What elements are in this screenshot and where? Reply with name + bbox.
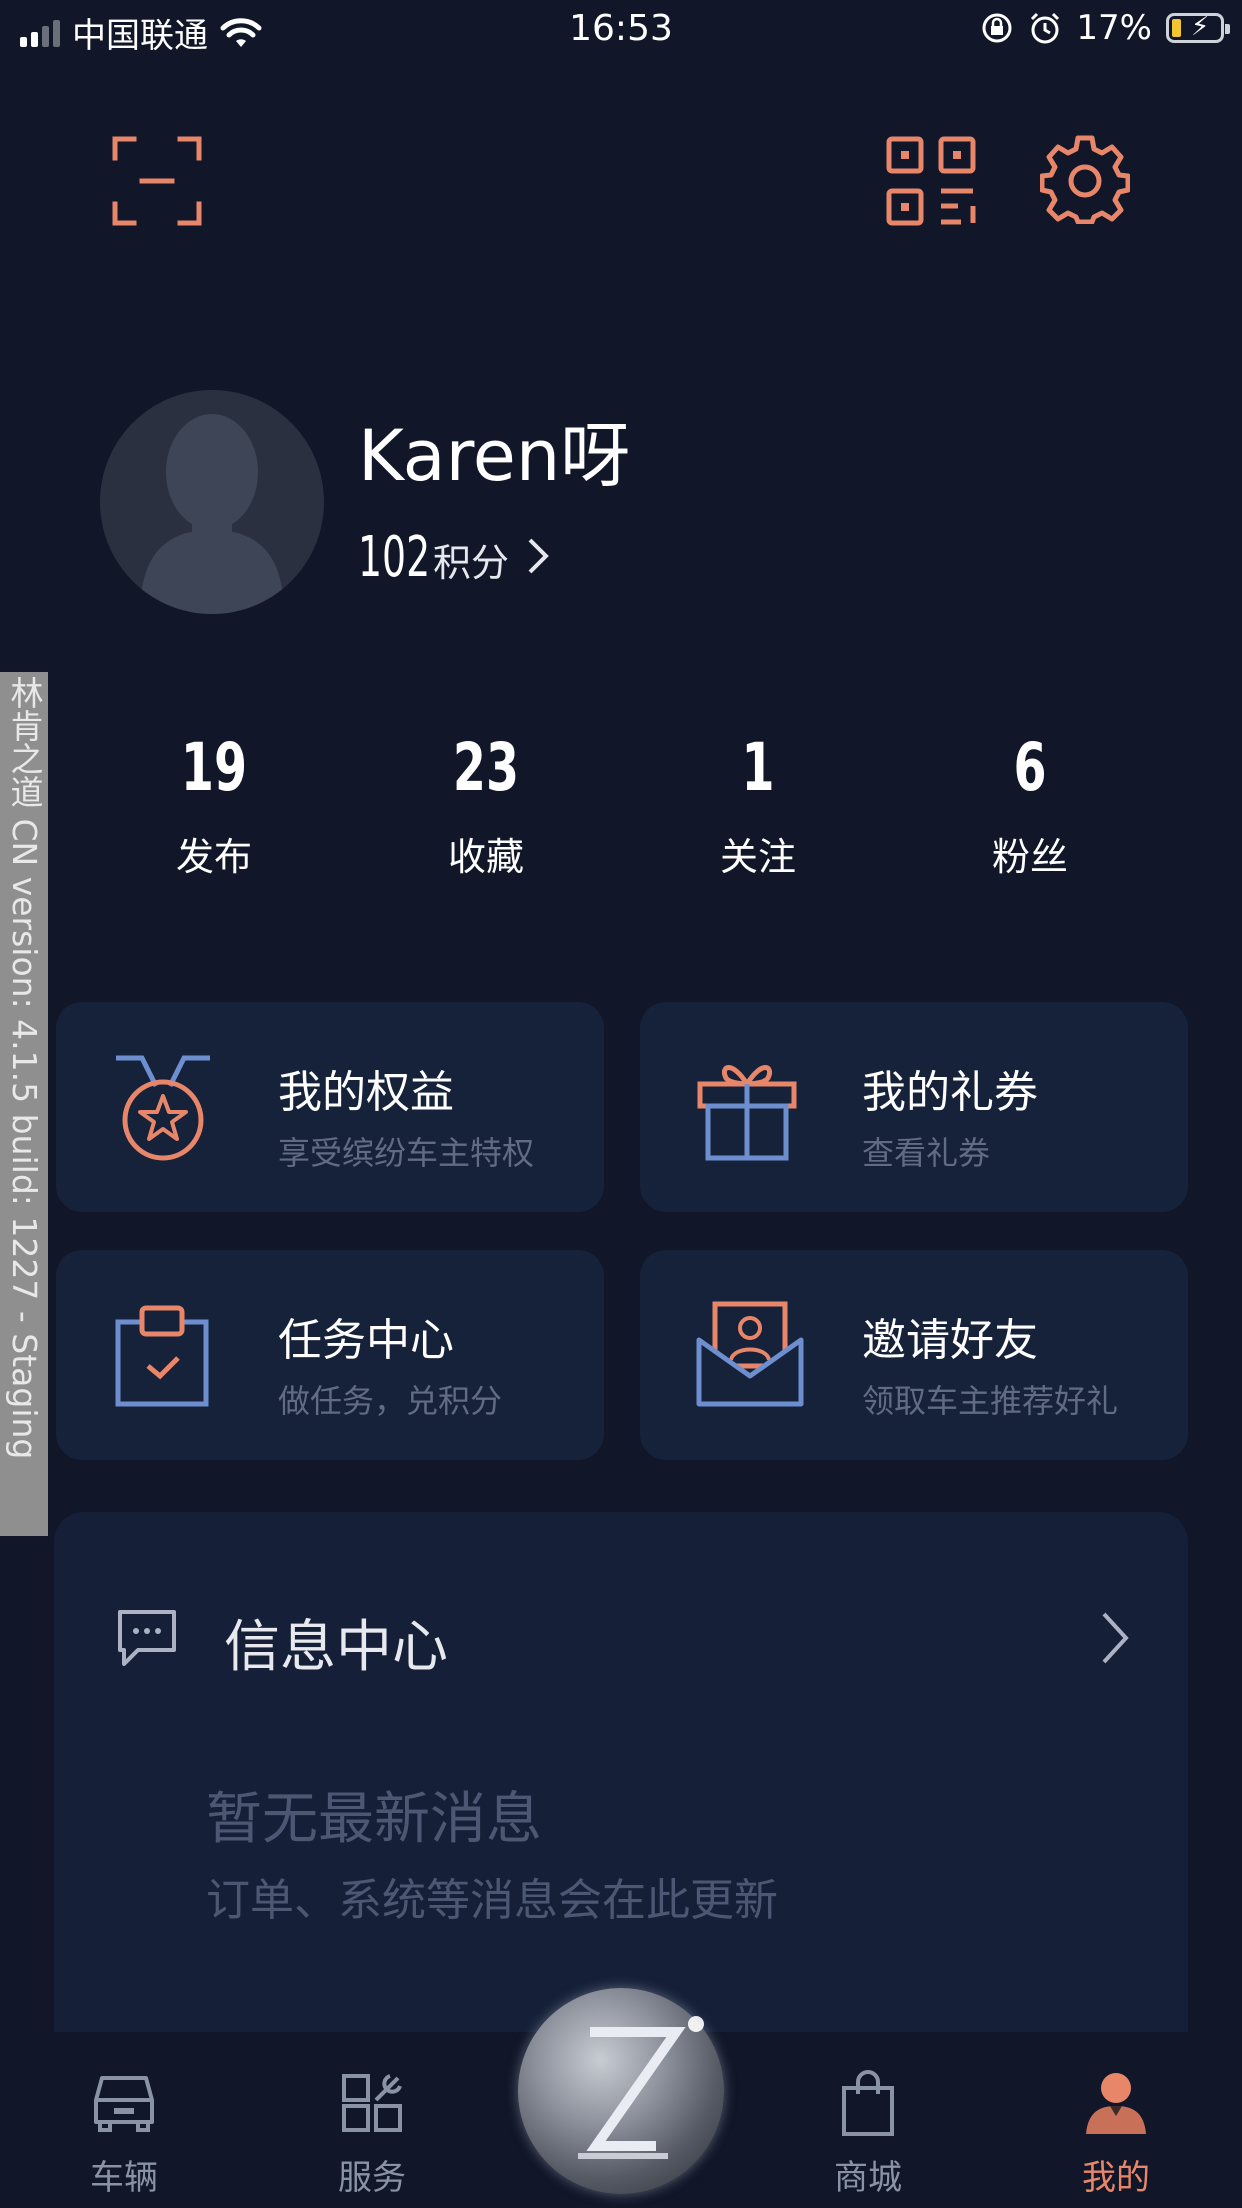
user-profile-icon — [1086, 2073, 1146, 2134]
stat-label: 发布 — [175, 835, 252, 879]
avatar-placeholder-icon — [140, 414, 284, 614]
task-clipboard-icon — [115, 1305, 209, 1407]
info-center-title: 信息中心 — [224, 1615, 448, 1680]
gear-icon[interactable] — [1040, 134, 1130, 224]
card-title: 任务中心 — [278, 1315, 454, 1366]
stat-value: 6 — [1013, 729, 1047, 806]
chevron-right-icon[interactable] — [1098, 1610, 1132, 1666]
build-watermark: 林肯之道 CN version: 4.1.5 build: 1227 - Sta… — [0, 672, 48, 1536]
points-label: 积分 — [433, 541, 510, 585]
info-center-panel[interactable]: 信息中心 暂无最新消息 订单、系统等消息会在此更新 — [54, 1512, 1188, 2032]
avatar[interactable] — [100, 390, 324, 614]
card-subtitle: 做任务，兑积分 — [278, 1382, 503, 1420]
status-bar: 中国联通 16:53 17% ⚡ — [0, 0, 1242, 64]
message-icon — [118, 1610, 176, 1666]
stat-fans[interactable]: 6 粉丝 — [894, 726, 1166, 881]
tab-vehicle[interactable]: 车辆 — [24, 2070, 224, 2199]
card-subtitle: 查看礼券 — [862, 1134, 991, 1172]
card-task-center[interactable]: 任务中心 做任务，兑积分 — [56, 1250, 604, 1460]
card-my-benefits[interactable]: 我的权益 享受缤纷车主特权 — [56, 1002, 604, 1212]
empty-state-description: 订单、系统等消息会在此更新 — [206, 1875, 778, 1926]
card-invite-friends[interactable]: 邀请好友 领取车主推荐好礼 — [640, 1250, 1188, 1460]
stat-value: 1 — [741, 729, 775, 806]
center-logo-button[interactable] — [518, 1988, 724, 2194]
stat-favorites[interactable]: 23 收藏 — [350, 726, 622, 881]
card-title: 我的礼券 — [862, 1067, 1038, 1118]
stat-following[interactable]: 1 关注 — [622, 726, 894, 881]
card-title: 我的权益 — [278, 1067, 454, 1118]
tab-mine[interactable]: 我的 — [1016, 2070, 1216, 2199]
battery-percent: 17% — [1076, 8, 1152, 48]
stat-posts[interactable]: 19 发布 — [78, 726, 350, 881]
status-right: 17% ⚡ — [980, 8, 1230, 48]
rotation-lock-icon — [982, 13, 1012, 43]
tab-label: 车辆 — [90, 2158, 158, 2198]
qrcode-icon[interactable] — [886, 136, 976, 226]
stat-value: 23 — [452, 729, 520, 806]
username: Karen呀 — [358, 415, 631, 497]
chevron-right-icon — [528, 538, 549, 574]
card-title: 邀请好友 — [862, 1315, 1038, 1366]
scan-icon[interactable] — [112, 136, 202, 226]
tab-mall[interactable]: 商城 — [768, 2070, 968, 2199]
empty-state-title: 暂无最新消息 — [206, 1787, 542, 1852]
invite-envelope-icon — [696, 1301, 804, 1407]
card-subtitle: 领取车主推荐好礼 — [862, 1382, 1119, 1420]
medal-icon — [116, 1055, 210, 1161]
stat-label: 粉丝 — [991, 835, 1068, 879]
alarm-icon — [1031, 12, 1060, 44]
car-icon — [94, 2076, 154, 2132]
tab-label: 我的 — [1082, 2158, 1150, 2198]
z-logo-icon — [578, 2016, 704, 2159]
tab-service[interactable]: 服务 — [272, 2070, 472, 2199]
watermark-text: 林肯之道 CN version: 4.1.5 build: 1227 - Sta… — [5, 676, 44, 1460]
card-my-coupons[interactable]: 我的礼券 查看礼券 — [640, 1002, 1188, 1212]
tab-label: 服务 — [338, 2158, 406, 2198]
stat-label: 关注 — [719, 835, 796, 879]
stat-value: 19 — [180, 729, 248, 806]
points-link[interactable]: 102 积分 — [358, 525, 551, 590]
points-value: 102 — [358, 525, 431, 590]
tools-icon — [342, 2074, 402, 2132]
battery-icon: ⚡ — [1166, 12, 1230, 43]
card-subtitle: 享受缤纷车主特权 — [278, 1134, 535, 1172]
stat-label: 收藏 — [447, 835, 524, 879]
tab-label: 商城 — [834, 2158, 902, 2198]
shopping-bag-icon — [842, 2070, 894, 2136]
gift-icon — [697, 1065, 797, 1161]
